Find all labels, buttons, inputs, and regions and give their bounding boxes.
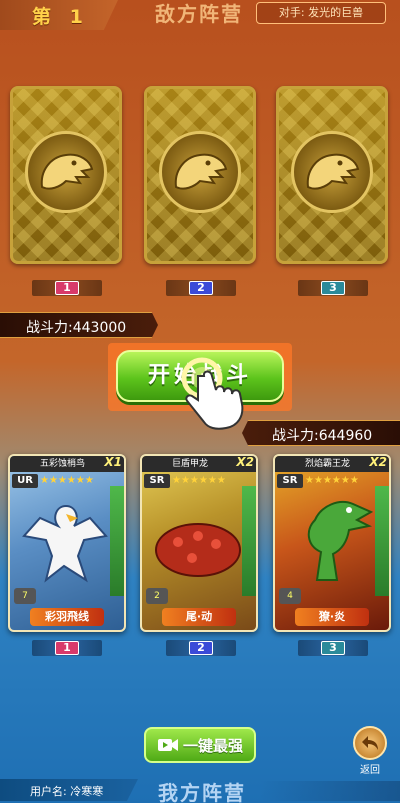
card-count: X2 <box>369 455 387 469</box>
slot-number: 2 <box>189 641 213 655</box>
return-button[interactable]: 返回 <box>350 726 390 778</box>
card-gem: 4 <box>279 588 301 604</box>
enemy-slot-tag-2: 2 <box>166 280 236 296</box>
enemy-slot-tag-3: 3 <box>298 280 368 296</box>
enemy-camp-title: 敌方阵营 <box>155 2 243 26</box>
bottom-bar: 用户名: 冷寒寒 我方阵营 <box>0 777 400 803</box>
username: 用户名: 冷寒寒 <box>0 779 138 801</box>
card-gem: 7 <box>14 588 36 604</box>
star-rating-icon: ★★★★★★ <box>40 475 94 486</box>
auto-strongest-button[interactable]: 一键最强 <box>144 727 256 763</box>
ally-power: 战斗力:644960 <box>242 420 400 446</box>
return-arrow-icon <box>353 726 387 760</box>
card-skill: 尾·动 <box>162 608 236 626</box>
auto-strongest-label: 一键最强 <box>182 736 243 755</box>
card-skill: 獠·炎 <box>295 608 369 626</box>
enemy-card-slot-2[interactable] <box>144 86 256 264</box>
top-bar: 第 1 关 敌方阵营 对手: 发光的巨兽 <box>0 0 400 30</box>
card-side-ribbon <box>110 486 124 596</box>
ally-camp-title: 我方阵营 <box>158 781 246 803</box>
stage-label: 第 1 关 <box>0 0 118 30</box>
ally-card-1[interactable]: 五彩蚀梢鸟 X1 UR ★★★★★★ 7 彩羽飛线 <box>8 454 126 632</box>
enemy-power: 战斗力:443000 <box>0 312 158 338</box>
enemy-card-slot-1[interactable] <box>10 86 122 264</box>
slot-number: 3 <box>321 281 345 295</box>
card-count: X2 <box>236 455 254 469</box>
star-rating-icon: ★★★★★★ <box>305 475 359 486</box>
return-label: 返回 <box>360 765 380 776</box>
ankylosaur-creature-icon <box>155 523 241 577</box>
enemy-slot-tag-1: 1 <box>32 280 102 296</box>
slot-number: 1 <box>55 641 79 655</box>
footer-decoration <box>260 781 400 801</box>
card-rarity: SR <box>277 474 303 488</box>
video-icon <box>157 739 178 751</box>
dinosaur-emblem-icon <box>25 131 107 213</box>
card-rarity: UR <box>12 474 38 488</box>
ally-card-2[interactable]: 巨盾甲龙 X2 SR ★★★★★★ 2 尾·动 <box>140 454 258 632</box>
ally-slot-tag-2: 2 <box>166 640 236 656</box>
slot-number: 2 <box>189 281 213 295</box>
card-rarity: SR <box>144 474 170 488</box>
trex-creature-icon <box>307 501 374 581</box>
bird-creature-icon <box>22 504 108 583</box>
tap-hint-hand-icon <box>172 352 256 436</box>
enemy-card-slot-3[interactable] <box>276 86 388 264</box>
star-rating-icon: ★★★★★★ <box>172 475 226 486</box>
dinosaur-emblem-icon <box>159 131 241 213</box>
slot-number: 3 <box>321 641 345 655</box>
card-count: X1 <box>104 455 122 469</box>
ally-card-3[interactable]: 烈焰霸王龙 X2 SR ★★★★★★ 4 獠·炎 <box>273 454 391 632</box>
card-side-ribbon <box>375 486 389 596</box>
card-gem: 2 <box>146 588 168 604</box>
opponent-name: 对手: 发光的巨兽 <box>256 2 386 24</box>
dinosaur-emblem-icon <box>291 131 373 213</box>
card-skill: 彩羽飛线 <box>30 608 104 626</box>
ally-slot-tag-1: 1 <box>32 640 102 656</box>
ally-slot-tag-3: 3 <box>298 640 368 656</box>
slot-number: 1 <box>55 281 79 295</box>
